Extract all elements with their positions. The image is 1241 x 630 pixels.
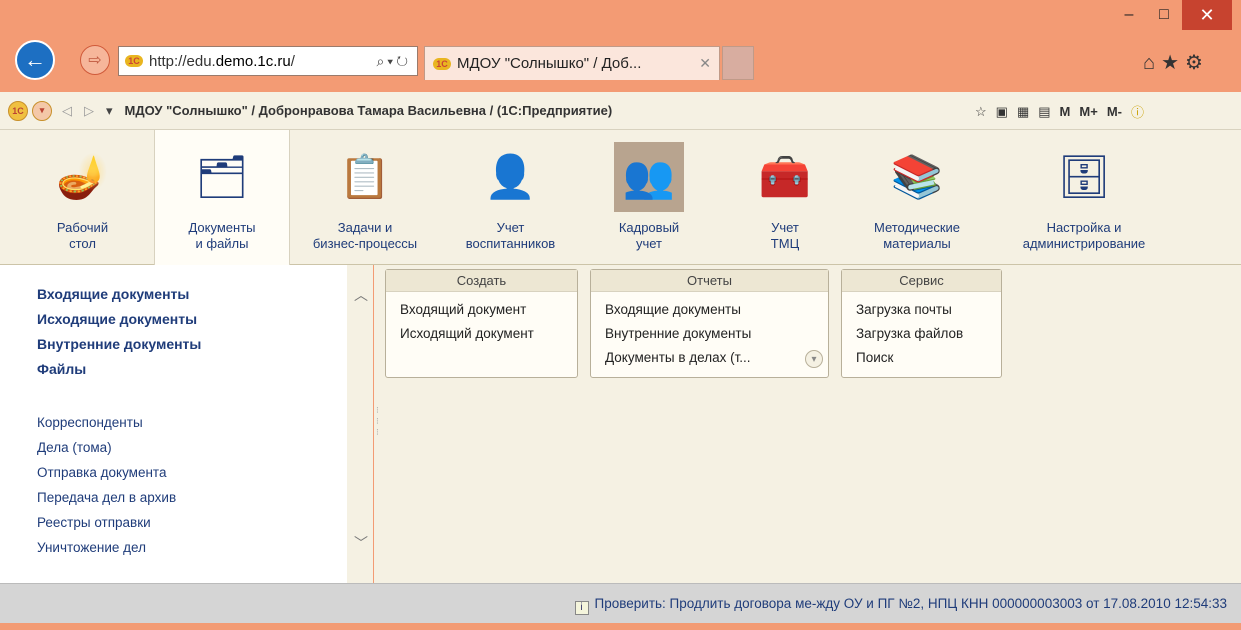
section-admin[interactable]: 🗄 Настройка и администрирование [1000,130,1168,265]
service-load-files[interactable]: Загрузка файлов [842,322,1001,346]
section-hr[interactable]: 👥 Кадровый учет [590,130,708,265]
navigation-panel: Входящие документы Исходящие документы В… [0,265,373,583]
section-methodical[interactable]: 📚 Методические материалы [852,130,982,265]
1c-menu-icon[interactable]: 1С [8,100,28,121]
toolbox-icon: 🧰 [758,152,812,200]
folder-icon: 🗂 [195,152,249,200]
section-label: Настройка и администрирование [1022,220,1146,251]
calculator-icon[interactable]: ▦ [1017,104,1029,120]
section-documents[interactable]: 🗂 Документы и файлы [154,130,290,265]
nav-destruction[interactable]: Уничтожение дел [37,535,372,560]
nav-files[interactable]: Файлы [37,357,372,382]
info-icon[interactable]: ⓘ [1131,102,1144,121]
more-chevron-icon[interactable]: ▾ [805,350,823,368]
nav-back-icon[interactable]: ◁ [62,103,72,119]
report-documents-in-cases[interactable]: Документы в делах (т... [591,346,828,370]
app-title: МДОУ "Солнышко" / Добронравова Тамара Ва… [124,103,613,118]
nav-send-registers[interactable]: Реестры отправки [37,510,372,535]
section-tasks[interactable]: 📋 Задачи и бизнес-процессы [296,130,434,265]
create-incoming-document[interactable]: Входящий документ [386,298,577,322]
database-icon: 🗄 [1057,152,1111,200]
nav-forward-icon[interactable]: ▷ [84,103,94,119]
report-internal-documents[interactable]: Внутренние документы [591,322,828,346]
home-icon[interactable]: ⌂ [1143,52,1161,74]
scroll-down-icon[interactable]: ﹀ [354,533,368,553]
nav-archive-transfer[interactable]: Передача дел в архив [37,485,372,510]
group-service: Сервис Загрузка почты Загрузка файлов По… [841,269,1002,378]
settings-gear-icon[interactable]: ⚙ [1185,52,1209,74]
address-bar[interactable]: 1С http://edu.demo.1c.ru/ ⌕▾↻ [118,46,418,76]
section-label: Рабочий стол [56,220,109,251]
memory-mminus-button[interactable]: М- [1107,104,1122,119]
main-menu-icon[interactable]: ▾ [32,100,52,121]
group-create: Создать Входящий документ Исходящий доку… [385,269,578,378]
close-button[interactable]: ✕ [1182,0,1232,30]
nav-outgoing-documents[interactable]: Исходящие документы [37,307,372,332]
section-label: Кадровый учет [618,220,680,251]
toolbar-right-tools: ☆ ▣ ▦ ▤ М М+ М- ⓘ [975,102,1144,121]
history-dropdown-icon[interactable]: ▾ [106,103,113,119]
close-tab-icon[interactable]: ✕ [699,55,711,72]
nav-correspondents[interactable]: Корреспонденты [37,410,372,435]
arrow-right-icon: ⇨ [88,52,102,69]
favorites-add-icon[interactable]: ☆ [975,104,987,120]
section-desktop[interactable]: 🪔 Рабочий стол [35,130,130,265]
status-message[interactable]: i Проверить: Продлить договора ме-жду ОУ … [574,596,1227,615]
link-icon[interactable]: ▣ [996,104,1008,120]
report-incoming-documents[interactable]: Входящие документы [591,298,828,322]
search-refresh-icons[interactable]: ⌕▾↻ [376,53,411,70]
group-title: Создать [386,270,577,292]
back-button[interactable]: ← [15,40,55,80]
window-titlebar: – □ ✕ ← ⇨ 1С http://edu.demo.1c.ru/ ⌕▾↻ … [0,0,1241,92]
nav-scrollbar[interactable]: ︿ ﹀ [347,265,373,583]
forward-button[interactable]: ⇨ [80,45,110,75]
memory-mplus-button[interactable]: М+ [1079,104,1097,119]
memory-m-button[interactable]: М [1060,104,1071,119]
status-bar: i Проверить: Продлить договора ме-жду ОУ … [0,583,1241,623]
nav-cases[interactable]: Дела (тома) [37,435,372,460]
group-title: Отчеты [591,270,828,292]
maximize-button[interactable]: □ [1146,0,1182,30]
scroll-up-icon[interactable]: ︿ [354,285,368,305]
section-label: Задачи и бизнес-процессы [312,220,418,251]
service-search[interactable]: Поиск [842,346,1001,370]
desk-lamp-icon: 🪔 [56,152,109,200]
nav-incoming-documents[interactable]: Входящие документы [37,282,372,307]
group-title: Сервис [842,270,1001,292]
favorites-star-icon[interactable]: ★ [1161,52,1185,74]
books-icon: 📚 [890,152,944,200]
1c-logo-icon: 1С [433,57,451,70]
browser-tab-active[interactable]: 1С МДОУ "Солнышко" / Доб... ✕ [424,46,720,80]
section-label: Учет воспитанников [465,220,556,251]
tab-title: МДОУ "Солнышко" / Доб... [457,55,642,72]
info-icon: i [574,601,589,615]
section-label: Учет ТМЦ [770,220,800,251]
splitter-handle[interactable]: ⁝ ⁝ ⁝ [376,405,379,438]
nav-send-document[interactable]: Отправка документа [37,460,372,485]
window-bottom-edge [0,623,1241,630]
1c-logo-icon: 1С [125,55,143,67]
new-tab-button[interactable] [722,46,754,80]
section-pupils[interactable]: 👤 Учет воспитанников [448,130,573,265]
clipboard-icon: 📋 [338,152,392,200]
section-inventory[interactable]: 🧰 Учет ТМЦ [735,130,835,265]
browser-right-icons: ⌂★⚙ [1143,50,1209,75]
calendar-icon[interactable]: ▤ [1038,104,1050,120]
service-load-mail[interactable]: Загрузка почты [842,298,1001,322]
section-label: Методические материалы [873,220,961,251]
address-url: http://edu.demo.1c.ru/ [149,52,295,70]
group-reports: Отчеты Входящие документы Внутренние док… [590,269,829,378]
minimize-button[interactable]: – [1112,0,1146,30]
section-label: Документы и файлы [188,220,256,251]
arrow-left-icon: ← [24,47,46,72]
actions-area: ⁝ ⁝ ⁝ Создать Входящий документ Исходящий … [374,265,1241,583]
people-icon: 👥 [614,142,684,212]
person-icon: 👤 [484,152,537,200]
nav-internal-documents[interactable]: Внутренние документы [37,332,372,357]
sections-panel: 🪔 Рабочий стол 🗂 Документы и файлы 📋 Задач… [0,130,1241,265]
app-toolbar: 1С ▾ ◁ ▷ ▾ МДОУ "Солнышко" / Добронравов… [0,92,1241,130]
create-outgoing-document[interactable]: Исходящий документ [386,322,577,346]
